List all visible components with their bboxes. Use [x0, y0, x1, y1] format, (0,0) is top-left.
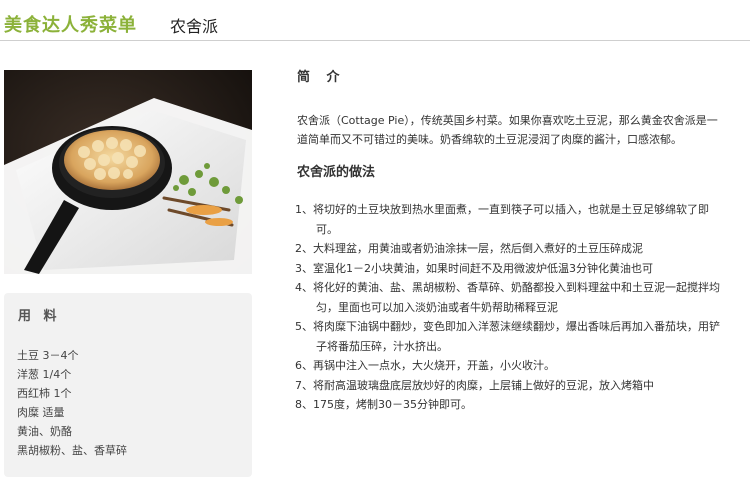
intro-heading: 简 介	[297, 70, 346, 85]
cottage-pie-photo	[4, 70, 252, 274]
page-header: 美食达人秀菜单 农舍派	[0, 0, 750, 41]
step-item: 7、将耐高温玻璃盘底层放炒好的肉糜，上层铺上做好的豆泥，放入烤箱中	[295, 378, 654, 392]
step-item: 4、将化好的黄油、盐、黑胡椒粉、香草碎、奶酪都投入到料理盆中和土豆泥一起搅拌均匀…	[295, 281, 720, 314]
method-heading: 农舍派的做法	[297, 165, 376, 180]
ingredient-item: 黑胡椒粉、盐、香草碎	[17, 444, 127, 457]
step-item: 1、将切好的土豆块放到热水里面煮，一直到筷子可以插入，也就是土豆足够绵软了即可。	[295, 203, 709, 236]
ingredient-item: 洋葱 1/4个	[17, 368, 72, 381]
cottage-pie-illustration	[4, 70, 252, 274]
header-divider	[0, 40, 750, 41]
ingredients-panel: 用 料 土豆 3－4个 洋葱 1/4个 西红柿 1个 肉糜 适量 黄油、奶酪 黑…	[4, 293, 252, 477]
dish-title: 农舍派	[170, 17, 219, 36]
ingredient-item: 西红柿 1个	[17, 387, 72, 400]
step-item: 2、大料理盆，用黄油或者奶油涂抹一层，然后倒入煮好的土豆压碎成泥	[295, 242, 643, 255]
ingredient-item: 肉糜 适量	[17, 406, 65, 419]
ingredients-title: 用 料	[18, 309, 61, 324]
site-title[interactable]: 美食达人秀菜单	[4, 11, 137, 37]
step-item: 3、室温化1－2小块黄油，如果时间赶不及用微波炉低温3分钟化黄油也可	[295, 261, 653, 275]
method-steps: 1、将切好的土豆块放到热水里面煮，一直到筷子可以插入，也就是土豆足够绵软了即可。…	[295, 200, 727, 415]
recipe-main: 简 介 农舍派（Cottage Pie），传统英国乡村菜。如果你喜欢吃土豆泥，那…	[295, 66, 727, 415]
ingredients-list: 土豆 3－4个 洋葱 1/4个 西红柿 1个 肉糜 适量 黄油、奶酪 黑胡椒粉、…	[17, 346, 127, 460]
intro-text: 农舍派（Cottage Pie），传统英国乡村菜。如果你喜欢吃土豆泥，那么黄金农…	[297, 114, 718, 146]
ingredient-item: 土豆 3－4个	[17, 349, 79, 362]
step-item: 6、再锅中注入一点水，大火烧开，开盖，小火收汁。	[295, 359, 555, 372]
step-item: 8、175度，烤制30－35分钟即可。	[295, 398, 472, 411]
ingredient-item: 黄油、奶酪	[17, 425, 72, 438]
step-item: 5、将肉糜下油锅中翻炒，变色即加入洋葱沫继续翻炒，爆出香味后再加入番茄块，用铲子…	[295, 320, 720, 353]
